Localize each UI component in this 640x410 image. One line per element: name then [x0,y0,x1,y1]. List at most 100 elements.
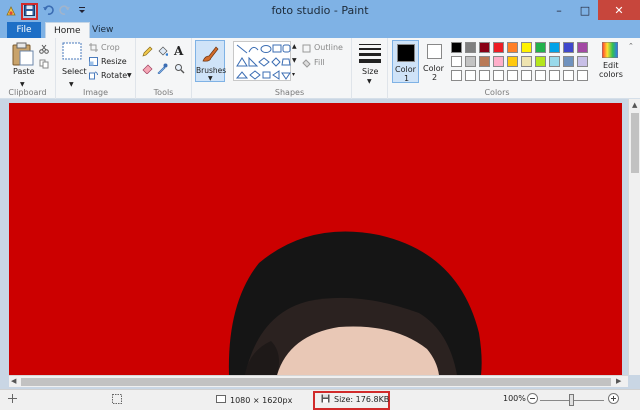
close-button[interactable]: ✕ [598,0,640,20]
edit-colors-label: Edit [603,61,619,70]
paste-button[interactable] [12,42,34,69]
brushes-label: Brushes [196,66,227,75]
paint-window: foto studio - Paint – □ ✕ File Home View… [0,0,640,410]
window-title: foto studio - Paint [271,4,369,17]
palette-swatch[interactable] [493,56,504,67]
tab-view[interactable]: View [84,22,121,39]
brushes-group: Brushes ▼ [192,38,228,99]
rotate-label[interactable]: Rotate [101,71,127,80]
scroll-right-icon[interactable]: ▶ [616,377,621,385]
magnifier-icon[interactable] [174,63,185,77]
colors-group-label: Colors [484,88,510,97]
chevron-down-icon: ▼ [367,78,372,85]
palette-swatch[interactable] [521,70,532,81]
image-dimensions: 1080 × 1620px [216,394,292,406]
palette-swatch[interactable] [549,42,560,53]
palette-swatch[interactable] [577,56,588,67]
tab-home[interactable]: Home [45,22,90,39]
palette-swatch[interactable] [507,70,518,81]
palette-swatch[interactable] [451,56,462,67]
scroll-left-icon[interactable]: ◀ [11,377,16,385]
image-group: Select ▼ Crop Resize Rotate ▼ Image [56,38,136,99]
ribbon-collapse-icon[interactable]: ⌃ [628,42,634,50]
scroll-up-icon[interactable]: ▲ [632,101,637,109]
vertical-scroll-thumb[interactable] [631,113,639,173]
zoom-out-button[interactable] [527,393,538,406]
palette-swatch[interactable] [493,70,504,81]
eraser-icon[interactable] [142,63,153,77]
text-tool-icon[interactable]: A [174,44,183,58]
palette-swatch[interactable] [577,70,588,81]
file-size-text: Size: 176.8KB [334,395,390,404]
palette-swatch[interactable] [563,42,574,53]
resize-label[interactable]: Resize [101,57,127,66]
shapes-gallery[interactable] [233,41,291,81]
horizontal-scrollbar[interactable]: ◀ ▶ [9,375,628,387]
palette-swatch[interactable] [535,56,546,67]
palette-swatch[interactable] [479,56,490,67]
edit-colors-button[interactable]: Edit colors [597,41,623,81]
scroll-down-icon[interactable]: ▼ [292,57,297,64]
rotate-icon[interactable] [89,71,99,83]
scroll-up-icon[interactable]: ▲ [292,43,297,50]
palette-swatch[interactable] [535,70,546,81]
color-wheel-icon [601,41,619,61]
palette-swatch[interactable] [479,70,490,81]
horizontal-scroll-thumb[interactable] [21,378,611,386]
palette-swatch[interactable] [451,42,462,53]
palette-swatch[interactable] [507,56,518,67]
minimize-button[interactable]: – [546,0,572,20]
color1-button[interactable]: Color 1 [392,40,419,83]
chevron-down-icon[interactable]: ▼ [69,81,74,88]
chevron-down-icon[interactable]: ▼ [127,72,132,79]
brushes-button[interactable]: Brushes ▼ [195,40,227,82]
tab-file[interactable]: File [7,22,41,39]
image-group-label: Image [82,88,109,97]
fill-icon[interactable] [302,59,311,71]
photo-subject-head [228,231,482,375]
vertical-scrollbar[interactable]: ▲ [628,99,640,375]
edit-colors-label2: colors [599,70,623,79]
palette-swatch[interactable] [521,56,532,67]
color-picker-icon[interactable] [157,63,168,77]
palette-swatch[interactable] [493,42,504,53]
palette-swatch[interactable] [451,70,462,81]
palette-swatch[interactable] [465,42,476,53]
resize-icon[interactable] [89,57,98,69]
color2-button[interactable]: Color 2 [421,40,447,83]
file-size: Size: 176.8KB [321,394,389,405]
palette-swatch[interactable] [549,70,560,81]
crop-icon[interactable] [89,43,98,55]
maximize-button[interactable]: □ [572,0,598,20]
paste-label: Paste [13,67,35,76]
fill-bucket-icon[interactable] [157,46,169,60]
cut-icon[interactable] [39,44,49,57]
line-size-icon [359,43,381,66]
select-button[interactable] [62,42,82,63]
fill-label[interactable]: Fill [314,58,325,67]
color1-swatch [397,44,415,62]
pencil-icon[interactable] [142,46,153,60]
palette-swatch[interactable] [563,56,574,67]
more-shapes-icon[interactable]: ▾ [292,71,295,78]
colors-group: Edit colors Colors [447,38,627,99]
palette-swatch[interactable] [465,70,476,81]
clipboard-group: Paste ▼ Clipboard [0,38,56,99]
palette-swatch[interactable] [521,42,532,53]
zoom-slider-thumb[interactable] [569,394,574,406]
zoom-out-icon [527,393,538,406]
outline-icon[interactable] [302,44,311,56]
palette-swatch[interactable] [563,70,574,81]
palette-swatch[interactable] [507,42,518,53]
palette-swatch[interactable] [465,56,476,67]
chevron-down-icon[interactable]: ▼ [20,81,25,88]
zoom-in-button[interactable] [608,393,619,406]
drawing-canvas[interactable] [9,103,622,375]
copy-icon[interactable] [39,59,49,72]
outline-label[interactable]: Outline [314,43,343,52]
palette-swatch[interactable] [549,56,560,67]
crop-label[interactable]: Crop [101,43,120,52]
palette-swatch[interactable] [577,42,588,53]
palette-swatch[interactable] [479,42,490,53]
palette-swatch[interactable] [535,42,546,53]
